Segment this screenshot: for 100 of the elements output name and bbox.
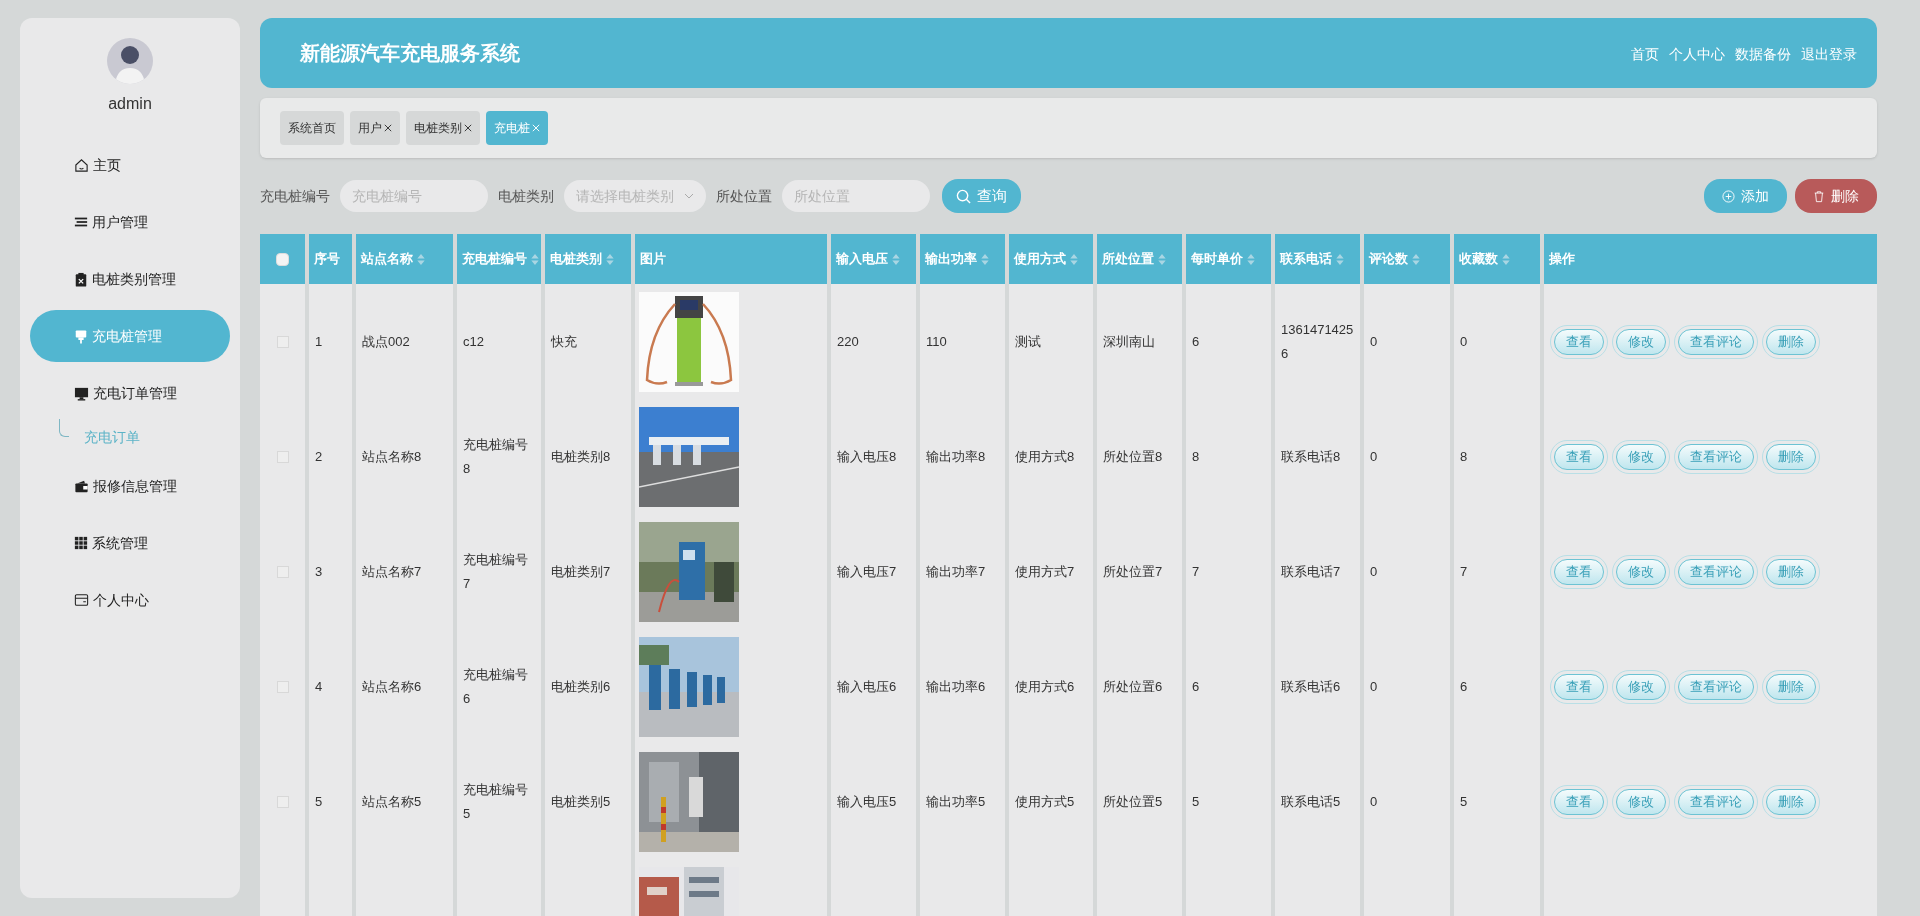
column-header[interactable]: 输出功率: [920, 234, 1005, 284]
sort-icon[interactable]: [892, 253, 900, 265]
table-cell-text: 电桩类别8: [551, 447, 612, 466]
close-icon[interactable]: [464, 124, 472, 132]
sort-icon[interactable]: [1070, 253, 1078, 265]
column-header[interactable]: 电桩类别: [545, 234, 631, 284]
header-link[interactable]: 个人中心: [1669, 43, 1725, 65]
column-header[interactable]: 使用方式: [1009, 234, 1093, 284]
menu-item[interactable]: 个人中心: [30, 574, 230, 626]
row-action-button[interactable]: 查看: [1554, 673, 1604, 700]
table-cell-text: 所处位置6: [1103, 677, 1164, 696]
tab[interactable]: 用户: [350, 111, 400, 145]
menu-item[interactable]: 系统管理: [30, 517, 230, 569]
row-action-button[interactable]: 查看评论: [1678, 788, 1754, 815]
row-action-button[interactable]: 查看: [1554, 443, 1604, 470]
row-action-button[interactable]: 修改: [1616, 788, 1666, 815]
table-cell-text: 110: [926, 332, 948, 351]
header-link[interactable]: 数据备份: [1735, 43, 1791, 65]
sort-icon[interactable]: [1247, 253, 1255, 265]
table-cell-text: 联系电话8: [1281, 447, 1342, 466]
sort-icon[interactable]: [417, 253, 425, 265]
sort-icon[interactable]: [1412, 253, 1420, 265]
column-header[interactable]: 评论数: [1364, 234, 1450, 284]
column-header[interactable]: 所处位置: [1097, 234, 1182, 284]
row-action-button[interactable]: 查看: [1554, 558, 1604, 585]
menu-item[interactable]: 充电桩管理: [30, 310, 230, 362]
search-button[interactable]: 查询: [942, 179, 1021, 213]
select-all-checkbox[interactable]: [276, 252, 289, 266]
tab[interactable]: 系统首页: [280, 111, 344, 145]
table-cell-text: 2: [315, 447, 324, 466]
column-header[interactable]: 每时单价: [1186, 234, 1271, 284]
row-action-button[interactable]: 删除: [1766, 443, 1816, 470]
menu-item[interactable]: 充电订单管理: [30, 367, 230, 419]
tab[interactable]: 充电桩: [486, 111, 548, 145]
table-cell-text: 电桩类别5: [551, 792, 612, 811]
tab[interactable]: 电桩类别: [406, 111, 480, 145]
table-cell-text: 输出功率8: [926, 447, 987, 466]
header-link[interactable]: 退出登录: [1801, 43, 1857, 65]
username: admin: [108, 94, 152, 114]
table-cell-text: 0: [1370, 562, 1379, 581]
chevron-down-icon: [684, 193, 694, 199]
sort-icon[interactable]: [606, 253, 614, 265]
submenu-item[interactable]: 充电订单: [84, 426, 140, 448]
row-action-button[interactable]: 查看: [1554, 328, 1604, 355]
column-header[interactable]: 联系电话: [1275, 234, 1360, 284]
table-cell-text: 5: [1192, 792, 1201, 811]
table-cell-text: 输入电压5: [837, 792, 898, 811]
search-icon: [956, 188, 971, 204]
row-action-button[interactable]: 修改: [1616, 328, 1666, 355]
table-cell-text: 使用方式6: [1015, 677, 1076, 696]
table-cell-text: 3: [315, 562, 324, 581]
app-title: 新能源汽车充电服务系统: [300, 41, 520, 66]
list-icon: [74, 215, 88, 229]
close-icon[interactable]: [384, 124, 392, 132]
table-cell-text: 输入电压7: [837, 562, 898, 581]
column-header[interactable]: 充电桩编号: [457, 234, 541, 284]
table-cell-text: 8: [1460, 447, 1469, 466]
table-cell-text: 5: [315, 792, 324, 811]
sort-icon[interactable]: [1336, 253, 1344, 265]
table-cell-text: 使用方式5: [1015, 792, 1076, 811]
table-cell-text: 深圳南山: [1103, 332, 1156, 351]
row-action-button[interactable]: 修改: [1616, 558, 1666, 585]
table-cell-text: c12: [463, 332, 485, 351]
clipboard-icon: [74, 271, 88, 287]
sort-icon[interactable]: [981, 253, 989, 265]
column-header[interactable]: 收藏数: [1454, 234, 1540, 284]
row-action-button[interactable]: 删除: [1766, 673, 1816, 700]
table-cell-text: 使用方式8: [1015, 447, 1076, 466]
sort-icon[interactable]: [1158, 253, 1166, 265]
row-action-button[interactable]: 查看: [1554, 788, 1604, 815]
menu-item[interactable]: 电桩类别管理: [30, 253, 230, 305]
row-action-button[interactable]: 修改: [1616, 443, 1666, 470]
row-action-button[interactable]: 修改: [1616, 673, 1666, 700]
menu-item[interactable]: 用户管理: [30, 196, 230, 248]
tree-line: [59, 419, 69, 437]
delete-button[interactable]: 删除: [1795, 179, 1877, 213]
add-button[interactable]: 添加: [1704, 179, 1787, 213]
table-cell-text: 7: [1460, 562, 1469, 581]
header-link[interactable]: 首页: [1631, 43, 1659, 65]
table-cell-text: 战点002: [362, 332, 411, 351]
table-cell-text: 6: [1460, 677, 1469, 696]
row-action-button[interactable]: 查看评论: [1678, 443, 1754, 470]
column-header[interactable]: 站点名称: [356, 234, 453, 284]
row-action-button[interactable]: 查看评论: [1678, 673, 1754, 700]
row-action-button[interactable]: 查看评论: [1678, 328, 1754, 355]
row-action-button[interactable]: 查看评论: [1678, 558, 1754, 585]
row-action-button[interactable]: 删除: [1766, 558, 1816, 585]
table-cell-text: 站点名称6: [362, 677, 423, 696]
sort-icon[interactable]: [531, 253, 539, 265]
table-cell-text: 所处位置8: [1103, 447, 1164, 466]
table-cell-text: 0: [1460, 332, 1469, 351]
column-header[interactable]: 输入电压: [831, 234, 916, 284]
sort-icon[interactable]: [1502, 253, 1510, 265]
menu-item[interactable]: 报修信息管理: [30, 460, 230, 512]
row-action-button[interactable]: 删除: [1766, 328, 1816, 355]
row-action-button[interactable]: 删除: [1766, 788, 1816, 815]
table-cell-text: 充电桩编号8: [463, 435, 529, 478]
table-cell-text: 电桩类别7: [551, 562, 612, 581]
plus-circle-icon: [1722, 189, 1735, 203]
menu-item[interactable]: 主页: [30, 139, 230, 191]
